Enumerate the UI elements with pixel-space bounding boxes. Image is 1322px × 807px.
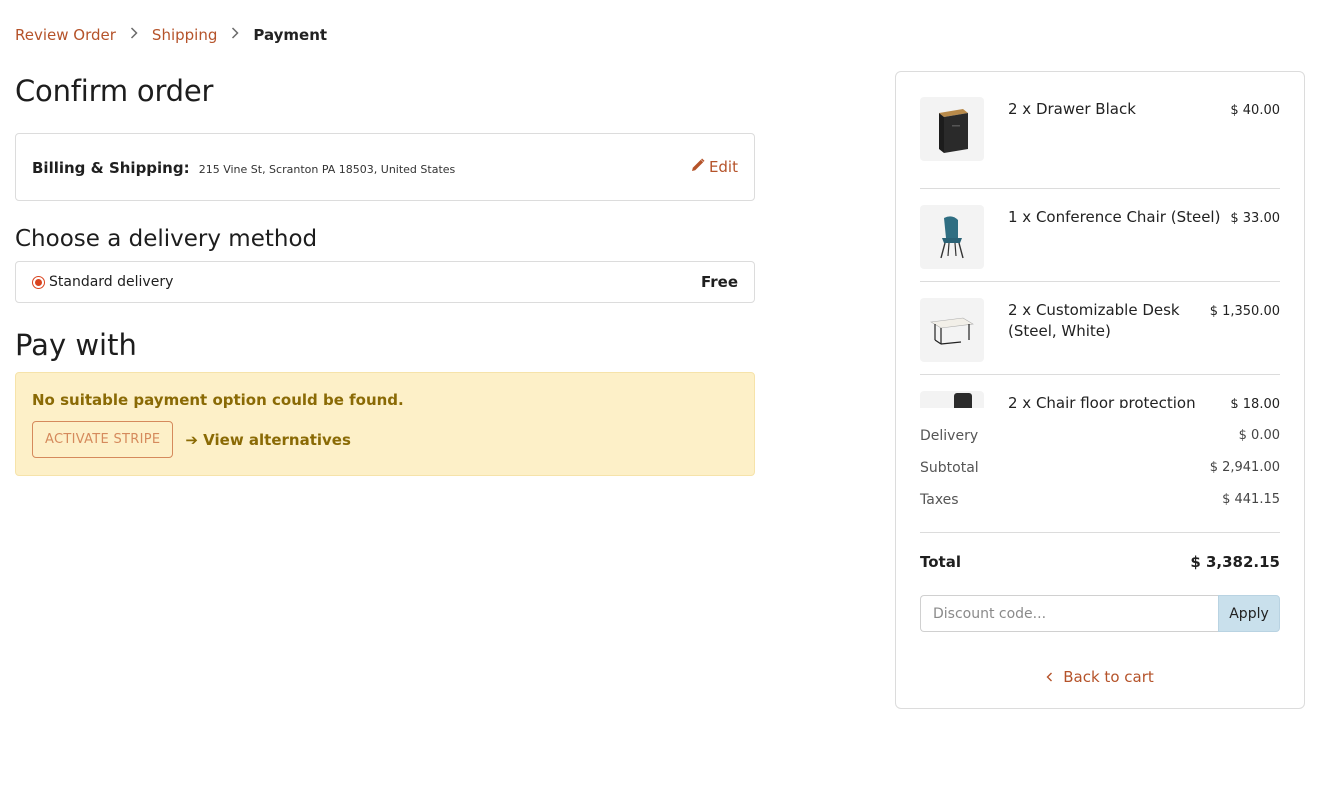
pencil-icon (691, 158, 705, 176)
list-item: 2 x Customizable Desk (Steel, White) $ 1… (920, 282, 1280, 375)
breadcrumb-current: Payment (253, 26, 328, 44)
chevron-right-icon (231, 27, 239, 43)
item-price: $ 1,350.00 (1209, 304, 1280, 319)
subtotal-row: Subtotal $ 2,941.00 (920, 460, 1280, 492)
billing-info: Billing & Shipping: 215 Vine St, Scranto… (32, 158, 455, 177)
item-name: 2 x Chair floor protection (1008, 394, 1196, 408)
chevron-left-icon (1046, 668, 1053, 686)
payment-alert-actions: ACTIVATE STRIPE ➔ View alternatives (32, 421, 738, 458)
delivery-label: Delivery (920, 428, 979, 444)
floor-protection-thumbnail-icon (920, 391, 984, 408)
page-title: Confirm order (15, 74, 214, 108)
breadcrumb-review-order[interactable]: Review Order (15, 26, 116, 44)
drawer-thumbnail-icon (920, 97, 984, 161)
total-label: Total (920, 553, 961, 571)
discount-form: Apply (920, 595, 1280, 632)
activate-stripe-button[interactable]: ACTIVATE STRIPE (32, 421, 174, 458)
checkout-main: Confirm order Billing & Shipping: 215 Vi… (15, 70, 755, 476)
back-to-cart-label: Back to cart (1063, 668, 1154, 686)
billing-label: Billing & Shipping: (32, 158, 190, 177)
delivery-option-standard[interactable]: Standard delivery Free (15, 261, 755, 303)
radio-selected-icon[interactable] (32, 275, 45, 289)
subtotal-value: $ 2,941.00 (1209, 460, 1280, 475)
breadcrumb-shipping[interactable]: Shipping (152, 26, 217, 44)
total-row: Total $ 3,382.15 (920, 533, 1280, 591)
item-price: $ 18.00 (1230, 397, 1280, 408)
breadcrumb: Review Order Shipping Payment (15, 26, 327, 44)
item-price: $ 33.00 (1230, 211, 1280, 226)
subtotal-label: Subtotal (920, 460, 979, 476)
billing-shipping-box: Billing & Shipping: 215 Vine St, Scranto… (15, 133, 755, 201)
view-alternatives-link[interactable]: ➔ View alternatives (185, 431, 351, 449)
taxes-label: Taxes (920, 492, 959, 508)
payment-alert-text: No suitable payment option could be foun… (32, 391, 404, 409)
delivery-row: Delivery $ 0.00 (920, 428, 1280, 460)
taxes-value: $ 441.15 (1222, 492, 1280, 507)
order-summary: 2 x Drawer Black $ 40.00 1 x Conference … (895, 71, 1305, 709)
item-name: 2 x Customizable Desk (Steel, White) (1008, 301, 1180, 340)
back-to-cart-link[interactable]: Back to cart (920, 668, 1280, 686)
list-item: 2 x Chair floor protection $ 18.00 (920, 375, 1280, 408)
item-price: $ 40.00 (1230, 103, 1280, 118)
discount-code-input[interactable] (920, 595, 1218, 632)
order-totals: Delivery $ 0.00 Subtotal $ 2,941.00 Taxe… (920, 428, 1280, 591)
order-items-list[interactable]: 2 x Drawer Black $ 40.00 1 x Conference … (920, 96, 1280, 408)
delivery-option-left: Standard delivery (32, 274, 173, 290)
item-name: 1 x Conference Chair (Steel) (1008, 208, 1221, 226)
edit-address-button[interactable]: Edit (691, 158, 738, 176)
delivery-option-label: Standard delivery (49, 274, 174, 290)
edit-label: Edit (708, 158, 738, 176)
apply-discount-button[interactable]: Apply (1218, 595, 1280, 632)
item-name: 2 x Drawer Black (1008, 100, 1136, 118)
total-value: $ 3,382.15 (1190, 553, 1280, 571)
desk-thumbnail-icon (920, 298, 984, 362)
payment-alert: No suitable payment option could be foun… (15, 372, 755, 476)
delivery-value: $ 0.00 (1238, 428, 1280, 443)
chevron-right-icon (130, 27, 138, 43)
list-item: 1 x Conference Chair (Steel) $ 33.00 (920, 189, 1280, 282)
delivery-option-price: Free (700, 273, 738, 291)
payment-title: Pay with (15, 328, 137, 362)
chair-thumbnail-icon (920, 205, 984, 269)
delivery-title: Choose a delivery method (15, 226, 318, 252)
taxes-row: Taxes $ 441.15 (920, 492, 1280, 524)
billing-address: 215 Vine St, Scranton PA 18503, United S… (198, 162, 456, 176)
list-item: 2 x Drawer Black $ 40.00 (920, 96, 1280, 189)
